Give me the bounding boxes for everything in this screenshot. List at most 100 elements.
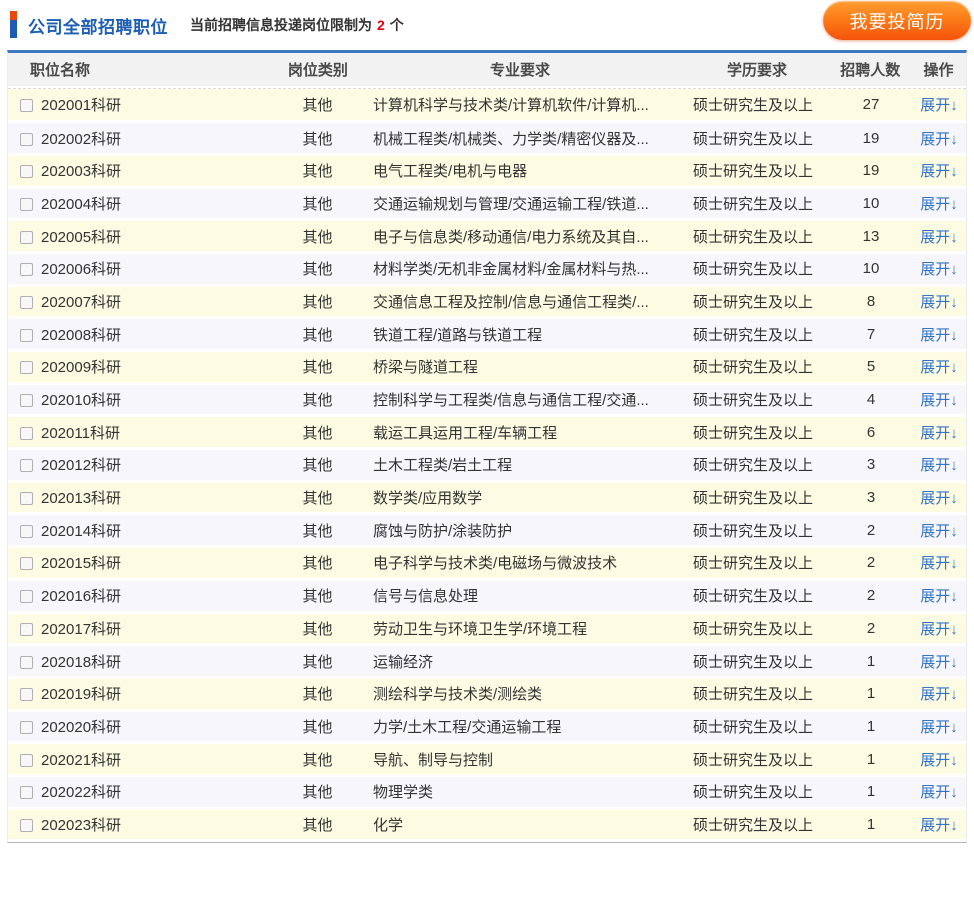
expand-link[interactable]: 展开↓ [920,392,958,409]
job-row: 202019科研其他测绘科学与技术类/测绘类硕士研究生及以上1展开↓ [8,677,966,710]
job-row: 202021科研其他导航、制导与控制硕士研究生及以上1展开↓ [8,743,966,776]
job-name: 202011科研 [41,425,120,442]
jobs-table-grid: 202001科研其他计算机科学与技术类/计算机软件/计算机...硕士研究生及以上… [8,89,966,842]
col-header-major: 专业要求 [355,59,684,80]
job-major: 物理学类 [355,775,685,808]
row-checkbox[interactable] [20,329,33,342]
expand-link[interactable]: 展开↓ [920,490,958,507]
job-category: 其他 [280,808,355,841]
row-checkbox[interactable] [20,492,33,505]
job-category: 其他 [280,743,355,776]
job-count: 27 [830,89,912,122]
row-checkbox[interactable] [20,394,33,407]
row-checkbox[interactable] [20,296,33,309]
row-checkbox[interactable] [20,231,33,244]
expand-link[interactable]: 展开↓ [920,457,958,474]
row-checkbox[interactable] [20,263,33,276]
expand-link[interactable]: 展开↓ [920,359,958,376]
job-major: 测绘科学与技术类/测绘类 [355,677,685,710]
job-category: 其他 [280,351,355,384]
job-name: 202016科研 [41,588,121,605]
expand-link[interactable]: 展开↓ [920,621,958,638]
row-checkbox[interactable] [20,786,33,799]
expand-link[interactable]: 展开↓ [920,294,958,311]
job-name: 202012科研 [41,457,121,474]
job-name: 202004科研 [41,196,121,213]
page-header: 公司全部招聘职位 当前招聘信息投递岗位限制为2个 我要投简历 [0,0,974,50]
row-checkbox[interactable] [20,754,33,767]
expand-link[interactable]: 展开↓ [920,261,958,278]
expand-link[interactable]: 展开↓ [920,555,958,572]
expand-link[interactable]: 展开↓ [920,425,958,442]
expand-link[interactable]: 展开↓ [920,719,958,736]
col-header-education: 学历要求 [685,59,830,80]
job-count: 13 [830,220,912,253]
job-education: 硕士研究生及以上 [685,154,830,187]
job-name: 202008科研 [41,327,121,344]
expand-link[interactable]: 展开↓ [920,97,958,114]
row-checkbox[interactable] [20,819,33,832]
expand-link[interactable]: 展开↓ [920,229,958,246]
job-major: 桥梁与隧道工程 [355,351,685,384]
row-checkbox[interactable] [20,361,33,374]
submit-resume-button[interactable]: 我要投简历 [823,1,971,40]
row-checkbox[interactable] [20,133,33,146]
expand-link[interactable]: 展开↓ [920,817,958,834]
job-category: 其他 [280,645,355,678]
job-education: 硕士研究生及以上 [685,351,830,384]
row-checkbox[interactable] [20,590,33,603]
job-row: 202017科研其他劳动卫生与环境卫生学/环境工程硕士研究生及以上2展开↓ [8,612,966,645]
job-name: 202006科研 [41,261,121,278]
job-category: 其他 [280,481,355,514]
job-row: 202003科研其他电气工程类/电机与电器硕士研究生及以上19展开↓ [8,154,966,187]
job-major: 材料学类/无机非金属材料/金属材料与热... [355,252,685,285]
col-header-operation: 操作 [911,59,966,80]
job-category: 其他 [280,154,355,187]
job-count: 3 [830,481,912,514]
job-name: 202018科研 [41,654,121,671]
job-row: 202020科研其他力学/土木工程/交通运输工程硕士研究生及以上1展开↓ [8,710,966,743]
row-checkbox[interactable] [20,165,33,178]
expand-link[interactable]: 展开↓ [920,784,958,801]
row-checkbox[interactable] [20,198,33,211]
job-category: 其他 [280,514,355,547]
job-count: 4 [830,383,912,416]
row-checkbox[interactable] [20,459,33,472]
job-category: 其他 [280,252,355,285]
job-education: 硕士研究生及以上 [685,547,830,580]
job-major: 运输经济 [355,645,685,678]
row-checkbox[interactable] [20,557,33,570]
row-checkbox[interactable] [20,525,33,538]
job-category: 其他 [280,318,355,351]
expand-link[interactable]: 展开↓ [920,686,958,703]
job-row: 202011科研其他载运工具运用工程/车辆工程硕士研究生及以上6展开↓ [8,416,966,449]
row-checkbox[interactable] [20,688,33,701]
job-education: 硕士研究生及以上 [685,514,830,547]
expand-link[interactable]: 展开↓ [920,523,958,540]
expand-link[interactable]: 展开↓ [920,654,958,671]
row-checkbox[interactable] [20,623,33,636]
row-checkbox[interactable] [20,99,33,112]
job-category: 其他 [280,775,355,808]
job-education: 硕士研究生及以上 [685,122,830,155]
expand-link[interactable]: 展开↓ [920,131,958,148]
expand-link[interactable]: 展开↓ [920,163,958,180]
row-checkbox[interactable] [20,656,33,669]
jobs-table: 职位名称 岗位类别 专业要求 学历要求 招聘人数 操作 202001科研其他计算… [7,50,967,843]
expand-link[interactable]: 展开↓ [920,752,958,769]
job-name: 202017科研 [41,621,121,638]
expand-link[interactable]: 展开↓ [920,588,958,605]
table-header-row: 职位名称 岗位类别 专业要求 学历要求 招聘人数 操作 [8,53,966,86]
job-category: 其他 [280,710,355,743]
job-category: 其他 [280,220,355,253]
job-education: 硕士研究生及以上 [685,383,830,416]
job-count: 1 [830,677,912,710]
expand-link[interactable]: 展开↓ [920,327,958,344]
row-checkbox[interactable] [20,721,33,734]
job-name: 202021科研 [41,752,121,769]
expand-link[interactable]: 展开↓ [920,196,958,213]
job-count: 2 [830,579,912,612]
job-row: 202006科研其他材料学类/无机非金属材料/金属材料与热...硕士研究生及以上… [8,252,966,285]
row-checkbox[interactable] [20,427,33,440]
job-count: 3 [830,449,912,482]
